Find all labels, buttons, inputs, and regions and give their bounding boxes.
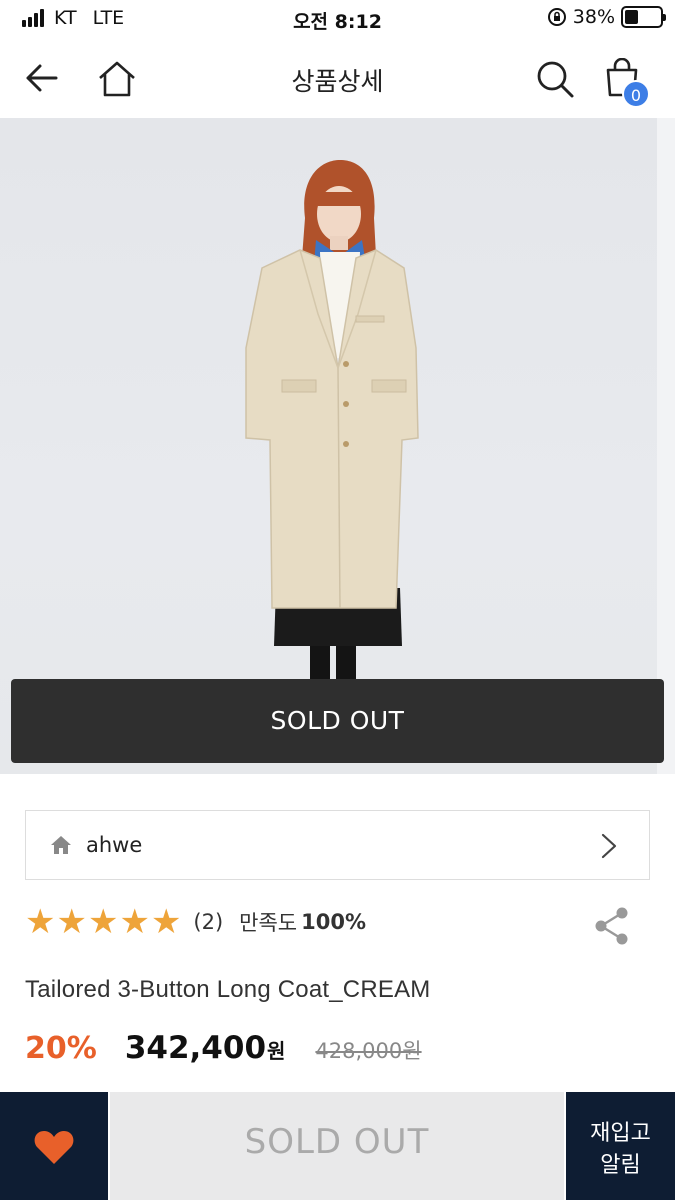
- product-image[interactable]: [0, 118, 675, 774]
- battery-icon: [621, 6, 666, 28]
- battery-percent: 38%: [572, 6, 615, 28]
- bottom-action-bar: SOLD OUT 재입고 알림: [0, 1092, 675, 1200]
- chevron-right-icon: [601, 833, 617, 859]
- app-header: 상품상세: [0, 40, 675, 118]
- search-icon[interactable]: [534, 58, 576, 100]
- soldout-button[interactable]: SOLD OUT: [110, 1092, 564, 1200]
- star-icon: ★: [150, 902, 182, 942]
- orientation-lock-icon: [547, 8, 566, 26]
- original-price: 428,000원: [315, 1039, 422, 1063]
- wishlist-button[interactable]: [0, 1092, 108, 1200]
- brand-name: ahwe: [86, 833, 143, 857]
- product-name: Tailored 3-Button Long Coat_CREAM: [25, 976, 431, 1003]
- star-rating: ★ ★ ★ ★ ★: [25, 902, 181, 942]
- soldout-overlay: SOLD OUT: [11, 679, 664, 763]
- restock-label-line2: 알림: [600, 1153, 641, 1178]
- star-icon: ★: [25, 902, 56, 942]
- share-icon[interactable]: [594, 906, 630, 946]
- model-figure: [245, 160, 419, 705]
- status-bar: KT LTE 오전 8:12 38%: [0, 0, 675, 38]
- discount-rate: 20%: [25, 1031, 97, 1066]
- price-row: 20% 342,400 원 428,000원: [25, 1030, 422, 1074]
- brand-home-icon: [51, 836, 71, 854]
- currency-unit: 원: [267, 1039, 286, 1063]
- restock-label-line1: 재입고: [590, 1121, 651, 1146]
- sale-price: 342,400: [124, 1030, 267, 1066]
- satisfaction-value: 100%: [301, 910, 367, 934]
- cart-count-badge: 0: [622, 80, 650, 108]
- rating-row[interactable]: ★ ★ ★ ★ ★ (2) 만족도 100%: [25, 902, 366, 942]
- restock-alert-button[interactable]: 재입고 알림: [566, 1092, 675, 1200]
- satisfaction-label: 만족도: [239, 911, 298, 935]
- review-count: (2): [193, 910, 224, 934]
- brand-link[interactable]: ahwe: [25, 810, 650, 880]
- star-icon: ★: [56, 902, 87, 942]
- status-right: 38%: [547, 6, 666, 28]
- star-icon: ★: [87, 902, 119, 942]
- star-icon: ★: [119, 902, 150, 942]
- heart-icon: [34, 1131, 74, 1164]
